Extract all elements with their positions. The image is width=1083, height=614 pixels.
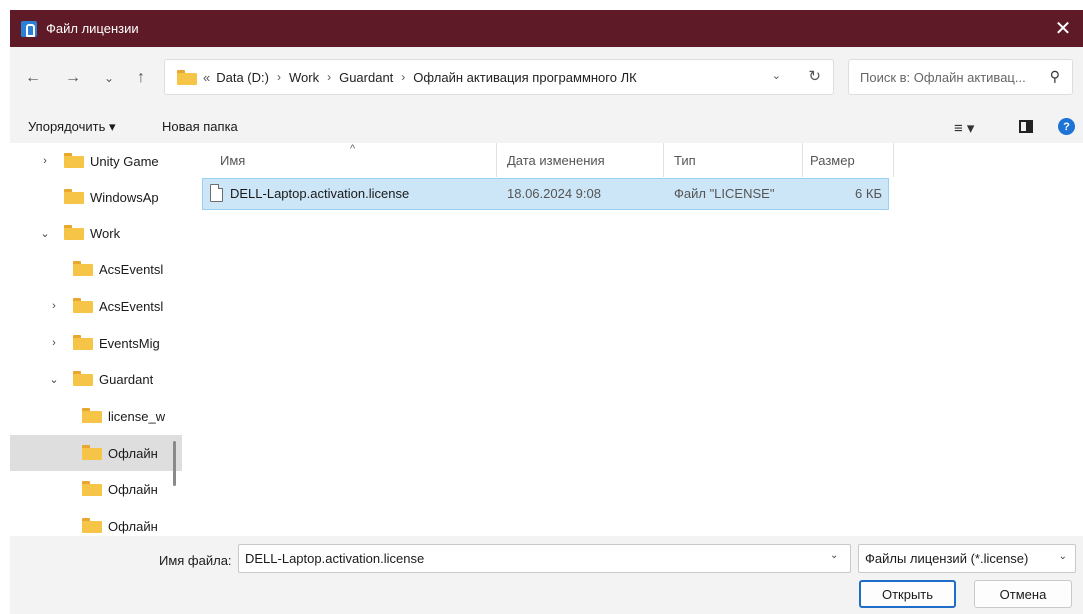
sidebar-item-guardant[interactable]: ⌄ Guardant: [10, 361, 182, 397]
sidebar-item-acsevents-1[interactable]: AcsEventsl: [10, 251, 182, 287]
cancel-button[interactable]: Отмена: [974, 580, 1072, 608]
folder-icon: [82, 445, 102, 460]
sidebar-item-label: Work: [90, 225, 121, 241]
address-row: ← → ⌄ ↑ « Data (D:) › Work › Guardant › …: [10, 47, 1083, 107]
file-type-value: Файлы лицензий (*.license): [865, 551, 1029, 566]
address-bar[interactable]: « Data (D:) › Work › Guardant › Офлайн а…: [164, 59, 834, 95]
sidebar-item-offline-2[interactable]: Офлайн: [10, 471, 182, 507]
chevron-down-icon[interactable]: ⌄: [47, 373, 61, 386]
file-size: 6 КБ: [855, 186, 882, 201]
file-icon: [210, 184, 223, 202]
folder-icon: [64, 225, 84, 240]
folder-icon: [73, 371, 93, 386]
sidebar-item-label: license_w: [108, 408, 166, 424]
dialog-footer: Имя файла: ⌄ Файлы лицензий (*.license) …: [10, 536, 1083, 614]
navigation-pane[interactable]: › Unity Game WindowsAp ⌄ Work AcsEventsl…: [10, 143, 182, 536]
sidebar-item-label: Офлайн: [108, 445, 158, 461]
file-type-select[interactable]: Файлы лицензий (*.license) ⌄: [858, 544, 1076, 573]
sidebar-item-label: Unity Game: [90, 153, 159, 169]
filename-label: Имя файла:: [159, 553, 232, 568]
sort-ascending-icon: ^: [350, 143, 356, 155]
folder-icon: [82, 518, 102, 533]
sidebar-item-label: Офлайн: [108, 518, 158, 534]
sidebar-item-unity-game[interactable]: › Unity Game: [10, 143, 182, 179]
folder-icon: [177, 69, 197, 85]
help-icon[interactable]: ?: [1058, 118, 1075, 135]
file-date: 18.06.2024 9:08: [507, 186, 601, 201]
chevron-down-icon[interactable]: ⌄: [830, 550, 838, 561]
forward-arrow-icon[interactable]: →: [62, 67, 84, 89]
breadcrumb-overflow[interactable]: «: [203, 70, 210, 85]
sidebar-item-label: WindowsAp: [90, 189, 159, 205]
sidebar-item-work[interactable]: ⌄ Work: [10, 215, 182, 251]
file-dialog: ← → ⌄ ↑ « Data (D:) › Work › Guardant › …: [10, 47, 1083, 614]
file-type: Файл "LICENSE": [674, 186, 775, 201]
folder-icon: [64, 189, 84, 204]
back-arrow-icon[interactable]: ←: [22, 67, 44, 89]
sidebar-item-license-w[interactable]: license_w: [10, 398, 182, 434]
sidebar-item-label: Guardant: [99, 371, 154, 387]
chevron-right-icon[interactable]: ›: [277, 70, 281, 84]
chevron-right-icon[interactable]: ›: [327, 70, 331, 84]
folder-icon: [64, 153, 84, 168]
search-input[interactable]: Поиск в: Офлайн активац... ⚲: [848, 59, 1073, 95]
breadcrumb-guardant[interactable]: Guardant: [339, 70, 393, 85]
command-bar: Упорядочить ▾ Новая папка ≡ ▾ ?: [10, 111, 1083, 143]
scrollbar-thumb[interactable]: [173, 441, 176, 486]
sidebar-item-windowsapps[interactable]: WindowsAp: [10, 179, 182, 215]
chevron-right-icon[interactable]: ›: [401, 70, 405, 84]
up-arrow-icon[interactable]: ↑: [130, 67, 152, 89]
open-button[interactable]: Открыть: [859, 580, 956, 608]
column-divider[interactable]: [802, 143, 803, 177]
breadcrumb-work[interactable]: Work: [289, 70, 319, 85]
column-divider[interactable]: [496, 143, 497, 177]
sidebar-item-offline-selected[interactable]: Офлайн: [10, 435, 182, 471]
new-folder-button[interactable]: Новая папка: [162, 119, 238, 134]
table-row[interactable]: DELL-Laptop.activation.license 18.06.202…: [202, 178, 889, 210]
recent-locations-icon[interactable]: ⌄: [98, 67, 120, 89]
view-options-icon[interactable]: ≡ ▾: [954, 119, 974, 137]
sidebar-item-label: AcsEventsl: [99, 261, 164, 277]
title-bar: Файл лицензии ✕: [10, 10, 1083, 47]
chevron-down-icon[interactable]: ⌄: [772, 69, 781, 82]
file-name: DELL-Laptop.activation.license: [230, 186, 410, 201]
folder-icon: [82, 408, 102, 423]
folder-icon: [82, 481, 102, 496]
breadcrumb-data-drive[interactable]: Data (D:): [216, 70, 269, 85]
refresh-icon[interactable]: ↻: [808, 67, 821, 85]
column-header-size[interactable]: Размер: [810, 143, 855, 177]
window-title: Файл лицензии: [46, 21, 139, 36]
sidebar-item-label: AcsEventsl: [99, 298, 164, 314]
sidebar-item-offline-3[interactable]: Офлайн: [10, 508, 182, 536]
column-divider[interactable]: [663, 143, 664, 177]
breadcrumb-offline-activation[interactable]: Офлайн активация программного ЛК: [413, 70, 636, 85]
chevron-down-icon[interactable]: ⌄: [38, 227, 52, 240]
key-icon: [21, 20, 37, 37]
sidebar-item-label: Офлайн: [108, 481, 158, 497]
column-header-name[interactable]: Имя: [220, 143, 245, 177]
folder-icon: [73, 298, 93, 313]
folder-icon: [73, 261, 93, 276]
file-list[interactable]: ^ Имя Дата изменения Тип Размер DELL-Lap…: [182, 143, 1083, 536]
chevron-right-icon[interactable]: ›: [47, 337, 61, 349]
column-divider[interactable]: [893, 143, 894, 177]
chevron-right-icon[interactable]: ›: [47, 300, 61, 312]
sidebar-item-label: EventsMig: [99, 335, 160, 351]
sidebar-item-acsevents-2[interactable]: › AcsEventsl: [10, 288, 182, 324]
close-button[interactable]: ✕: [1043, 10, 1083, 47]
folder-icon: [73, 335, 93, 350]
sidebar-item-eventsmigration[interactable]: › EventsMig: [10, 325, 182, 361]
search-placeholder: Поиск в: Офлайн активац...: [860, 69, 1026, 85]
column-header-date[interactable]: Дата изменения: [507, 143, 605, 177]
breadcrumb: « Data (D:) › Work › Guardant › Офлайн а…: [203, 70, 637, 85]
filename-input[interactable]: [238, 544, 851, 573]
organize-button[interactable]: Упорядочить ▾: [28, 119, 116, 135]
preview-pane-icon[interactable]: [1019, 120, 1033, 133]
chevron-right-icon[interactable]: ›: [38, 155, 52, 167]
column-header-type[interactable]: Тип: [674, 143, 696, 177]
chevron-down-icon[interactable]: ⌄: [1059, 551, 1067, 562]
search-icon[interactable]: ⚲: [1050, 68, 1060, 85]
